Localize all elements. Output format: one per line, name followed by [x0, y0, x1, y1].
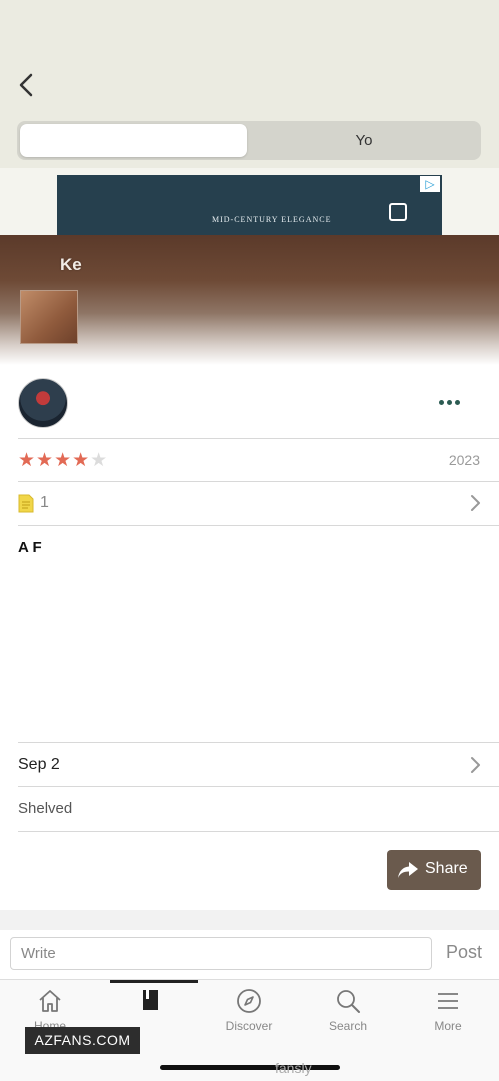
post-button[interactable]: Post — [446, 942, 482, 963]
tab-label: Search — [328, 1019, 368, 1033]
divider — [18, 438, 499, 439]
tab-label: Discover — [225, 1019, 273, 1033]
stars-filled: ★★★★ — [18, 450, 91, 471]
comment-input[interactable]: Write — [10, 937, 432, 970]
divider — [18, 786, 499, 787]
note-icon — [18, 494, 34, 513]
divider — [18, 481, 499, 482]
chevron-right-icon[interactable] — [470, 756, 482, 774]
divider — [18, 831, 499, 832]
book-icon — [143, 990, 158, 1010]
menu-icon — [438, 993, 458, 1009]
reading-progress[interactable]: Sep 2 — [18, 756, 60, 774]
share-icon — [398, 862, 418, 878]
home-icon — [39, 990, 61, 1012]
share-button[interactable]: Share — [387, 850, 481, 890]
book-title[interactable]: Ke — [60, 255, 82, 275]
section-separator — [0, 910, 499, 930]
review-date: 2023 — [448, 452, 480, 468]
tab-label: More — [434, 1019, 462, 1033]
more-options-icon[interactable] — [434, 390, 466, 414]
tab-discover[interactable]: Discover — [199, 988, 299, 1043]
divider — [18, 525, 499, 526]
chevron-right-icon[interactable] — [470, 494, 482, 512]
search-icon — [337, 990, 360, 1013]
avatar[interactable] — [18, 378, 68, 428]
ad-info-icon[interactable]: ▷ — [420, 176, 440, 192]
ad-logo-icon — [389, 203, 407, 221]
ad-tagline: MID-CENTURY ELEGANCE — [212, 215, 332, 224]
compass-icon — [237, 989, 261, 1013]
share-label: Share — [425, 860, 468, 877]
segment-right[interactable]: Yo — [250, 124, 478, 157]
shelved-status: Shelved — [18, 800, 73, 817]
back-arrow-icon[interactable] — [14, 70, 42, 100]
stars-empty: ★ — [90, 450, 109, 471]
segmented-control: Yo — [17, 121, 481, 160]
review-title: A F — [18, 539, 42, 556]
footer-watermark: fansly — [275, 1060, 312, 1076]
divider — [18, 742, 499, 743]
watermark: AZFANS.COM — [25, 1027, 140, 1054]
tab-search[interactable]: Search — [298, 988, 398, 1043]
book-cover[interactable] — [20, 290, 78, 344]
segment-left[interactable] — [20, 124, 247, 157]
home-indicator — [160, 1065, 340, 1070]
tab-more[interactable]: More — [398, 988, 498, 1043]
notes-count[interactable]: 1 — [40, 494, 49, 512]
active-tab-indicator — [110, 980, 198, 983]
ad-banner[interactable]: MID-CENTURY ELEGANCE — [57, 175, 442, 235]
rating-stars: ★★★★★ — [18, 449, 108, 472]
